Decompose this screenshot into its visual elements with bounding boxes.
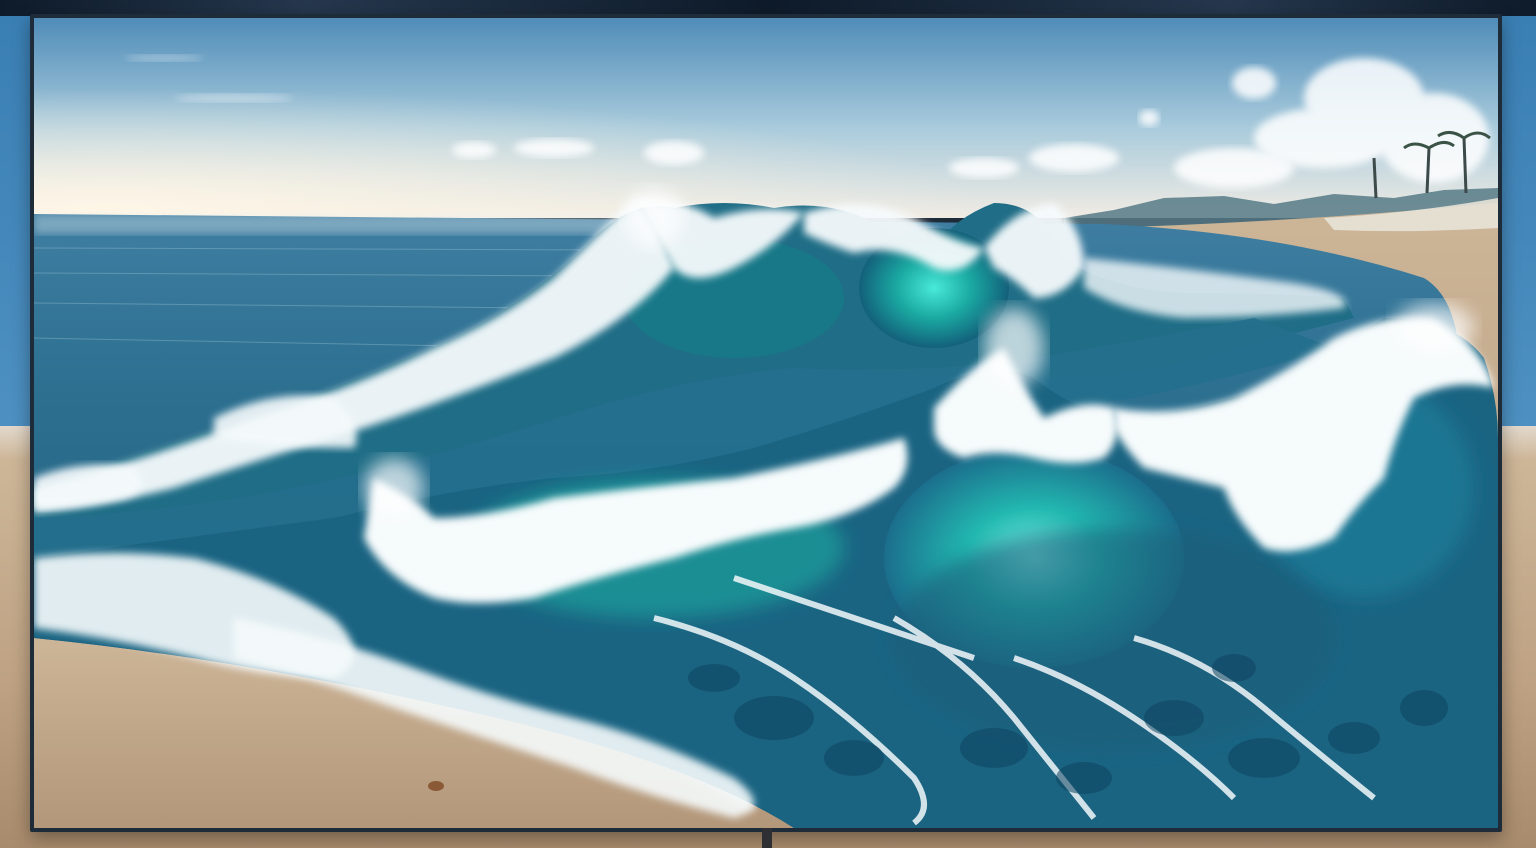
ocean-wave-artwork	[34, 18, 1498, 828]
right-wall	[1500, 16, 1536, 426]
display-screen	[34, 18, 1498, 828]
left-wall	[0, 16, 32, 426]
seashell	[428, 781, 444, 791]
